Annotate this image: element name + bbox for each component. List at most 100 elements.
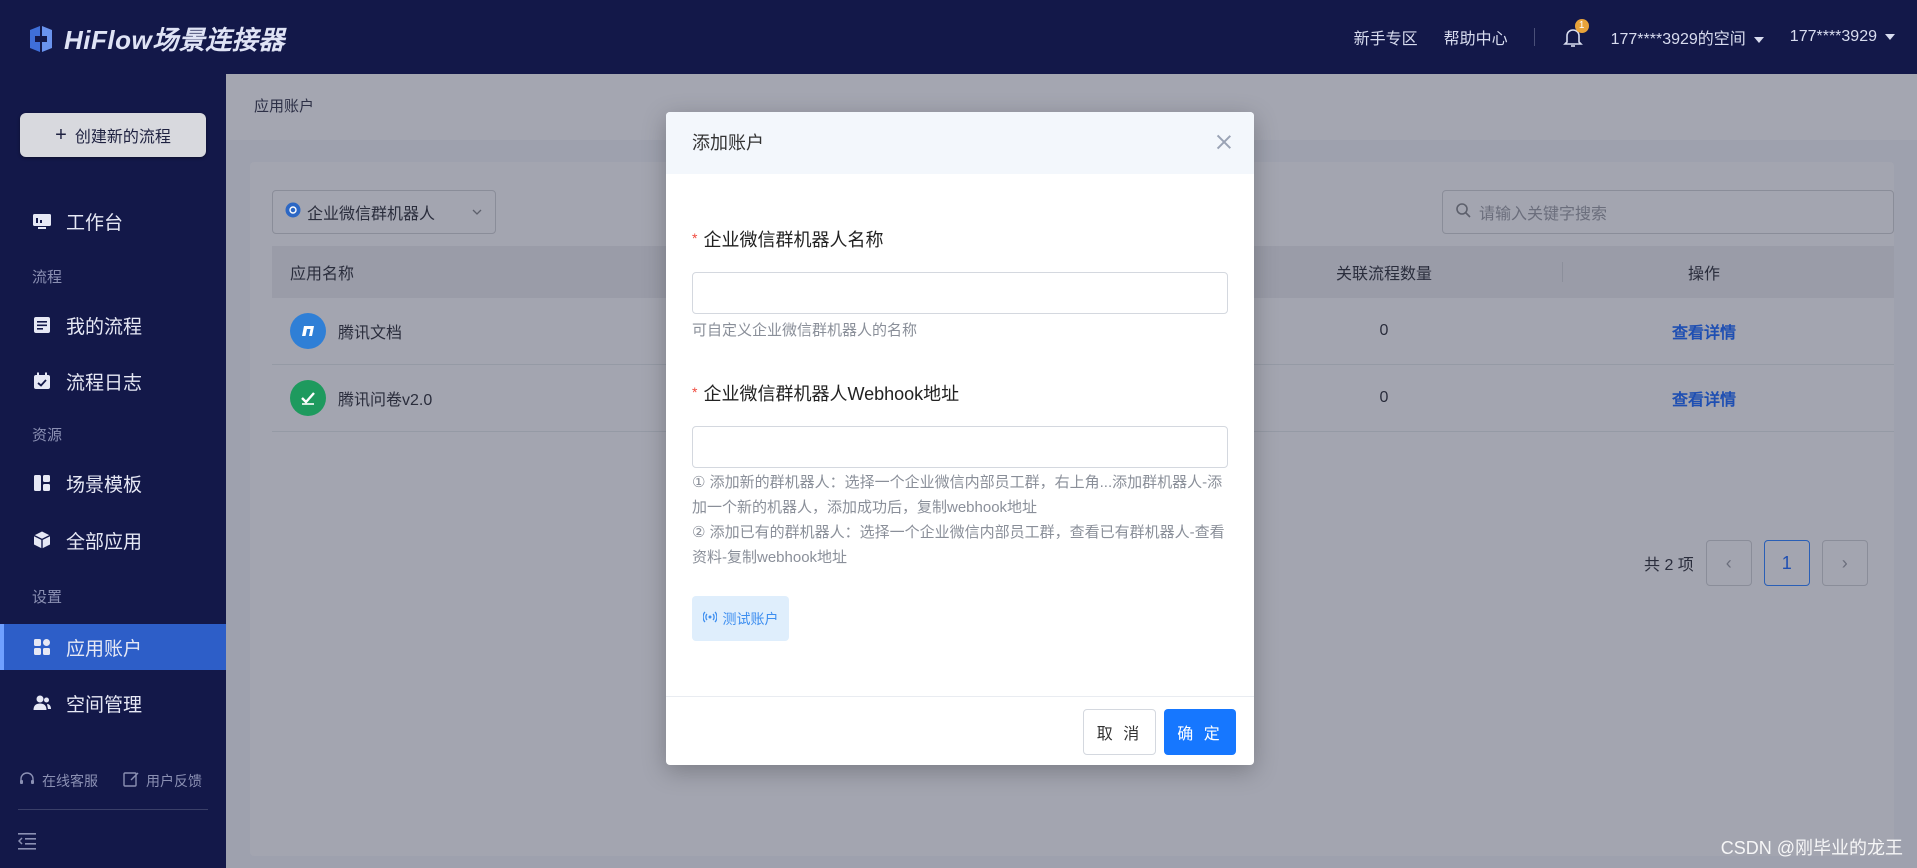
view-details-link[interactable]: 查看详情 xyxy=(1672,325,1736,342)
row-app-cell: 腾讯问卷v2.0 xyxy=(290,380,432,416)
workspace-name: 177****3929的空间 xyxy=(1610,31,1746,48)
calendar-icon xyxy=(32,371,52,391)
column-header-name: 应用名称 xyxy=(290,266,355,283)
sidebar-item-label: 流程日志 xyxy=(66,372,143,394)
required-marker: * xyxy=(692,384,698,400)
watermark: CSDN @刚毕业的龙王 xyxy=(1720,838,1903,858)
next-page-button[interactable]: › xyxy=(1821,540,1868,586)
divider xyxy=(18,809,208,810)
cube-icon xyxy=(32,530,52,550)
dialog-header: 添加账户 xyxy=(666,112,1254,174)
divider xyxy=(1533,28,1535,46)
sidebar-item-label: 全部应用 xyxy=(66,531,143,553)
app-filter-select[interactable]: 企业微信群机器人 xyxy=(272,190,496,234)
sidebar-item-label: 空间管理 xyxy=(66,694,143,716)
sidebar-item-label: 应用账户 xyxy=(66,638,143,660)
template-icon xyxy=(32,473,52,493)
notification-bell-icon[interactable]: 1 xyxy=(1561,19,1589,49)
robot-name-label-text: 企业微信群机器人名称 xyxy=(703,230,884,250)
app-filter-value: 企业微信群机器人 xyxy=(307,206,436,223)
sidebar-item-space-management[interactable]: 空间管理 xyxy=(0,680,226,726)
top-bar: HiFlow场景连接器 新手专区 帮助中心 1 177****3929的空间 1… xyxy=(0,0,1917,74)
close-icon[interactable] xyxy=(1216,134,1232,150)
dialog-title: 添加账户 xyxy=(692,133,764,153)
caret-down-icon xyxy=(1885,33,1895,40)
divider xyxy=(1562,262,1563,282)
dialog-footer: 取 消 确 定 xyxy=(666,696,1254,765)
flow-count: 0 xyxy=(1379,322,1389,339)
robot-app-icon xyxy=(285,202,301,223)
sidebar-item-templates[interactable]: 场景模板 xyxy=(0,460,226,506)
add-account-dialog: 添加账户 * 企业微信群机器人名称 可自定义企业微信群机器人的名称 * 企业微信群机… xyxy=(666,112,1254,765)
column-header-op: 操作 xyxy=(1687,266,1720,283)
tencent-docs-logo-icon xyxy=(290,313,326,349)
test-account-label: 测试账户 xyxy=(722,610,779,627)
sidebar-item-label: 场景模板 xyxy=(66,474,143,496)
webhook-help-step2: ② 添加已有的群机器人：选择一个企业微信内部员工群，查看已有群机器人-查看资料-… xyxy=(692,524,1225,566)
webhook-help: ① 添加新的群机器人：选择一个企业微信内部员工群，右上角...添加群机器人-添加… xyxy=(692,470,1232,570)
create-flow-label: 创建新的流程 xyxy=(74,129,171,146)
apps-grid-icon xyxy=(32,637,52,657)
headset-icon xyxy=(18,770,36,791)
section-label-resource: 资源 xyxy=(32,427,63,444)
plus-icon: + xyxy=(55,124,67,146)
sidebar-item-label: 我的流程 xyxy=(66,316,143,338)
online-support-label: 在线客服 xyxy=(42,772,98,789)
sidebar-item-app-accounts[interactable]: 应用账户 xyxy=(0,624,226,670)
sidebar-item-label: 工作台 xyxy=(66,212,124,234)
create-flow-button[interactable]: + 创建新的流程 xyxy=(20,113,206,157)
chevron-down-icon xyxy=(471,205,483,223)
confirm-button[interactable]: 确 定 xyxy=(1164,709,1236,755)
user-name: 177****3929 xyxy=(1789,28,1877,45)
signal-icon xyxy=(701,610,718,627)
collapse-menu-icon[interactable] xyxy=(17,832,38,850)
user-feedback-label: 用户反馈 xyxy=(146,772,202,789)
user-feedback-link[interactable]: 用户反馈 xyxy=(122,770,202,791)
robot-name-help: 可自定义企业微信群机器人的名称 xyxy=(692,322,918,339)
app-name: 腾讯文档 xyxy=(338,325,403,342)
search-input[interactable]: 请输入关键字搜索 xyxy=(1442,190,1894,234)
webhook-input[interactable] xyxy=(692,426,1228,468)
robot-name-input[interactable] xyxy=(692,272,1228,314)
sidebar: + 创建新的流程 工作台 流程 我的流程 流程日志 资源 场景模板 全部应用 设… xyxy=(0,74,226,868)
sidebar-item-workbench[interactable]: 工作台 xyxy=(0,198,226,244)
test-account-button[interactable]: 测试账户 xyxy=(692,596,789,641)
newbie-link[interactable]: 新手专区 xyxy=(1354,25,1418,49)
online-support-link[interactable]: 在线客服 xyxy=(18,770,98,791)
sidebar-item-all-apps[interactable]: 全部应用 xyxy=(0,517,226,563)
tencent-survey-logo-icon xyxy=(290,380,326,416)
workspace-dropdown[interactable]: 177****3929的空间 xyxy=(1611,25,1764,49)
column-header-count: 关联流程数量 xyxy=(1335,266,1432,283)
search-icon xyxy=(1455,202,1471,223)
prev-page-button[interactable]: ‹ xyxy=(1705,540,1752,586)
logo-text: HiFlow场景连接器 xyxy=(64,25,285,55)
cancel-button[interactable]: 取 消 xyxy=(1083,709,1156,755)
sidebar-item-flow-log[interactable]: 流程日志 xyxy=(0,358,226,404)
view-details-link[interactable]: 查看详情 xyxy=(1672,392,1736,409)
user-dropdown[interactable]: 177****3929 xyxy=(1790,28,1895,46)
page-number-button[interactable]: 1 xyxy=(1763,540,1810,586)
app-name: 腾讯问卷v2.0 xyxy=(338,392,433,409)
flow-count: 0 xyxy=(1379,389,1389,406)
robot-name-label: * 企业微信群机器人名称 xyxy=(692,226,883,252)
hiflow-logo-icon xyxy=(26,24,56,54)
row-app-cell: 腾讯文档 xyxy=(290,313,402,349)
webhook-label: * 企业微信群机器人Webhook地址 xyxy=(692,380,959,406)
sidebar-item-my-flows[interactable]: 我的流程 xyxy=(0,302,226,348)
webhook-help-step1: ① 添加新的群机器人：选择一个企业微信内部员工群，右上角...添加群机器人-添加… xyxy=(692,474,1223,516)
edit-icon xyxy=(122,770,140,791)
monitor-icon xyxy=(32,211,52,231)
users-icon xyxy=(32,693,52,713)
section-label-flow: 流程 xyxy=(32,269,63,286)
search-placeholder: 请输入关键字搜索 xyxy=(1479,206,1608,223)
help-center-link[interactable]: 帮助中心 xyxy=(1444,25,1508,49)
caret-down-icon xyxy=(1753,36,1764,43)
required-marker: * xyxy=(692,230,698,246)
app-logo[interactable]: HiFlow场景连接器 xyxy=(26,20,285,57)
notification-badge: 1 xyxy=(1574,19,1589,33)
document-icon xyxy=(32,315,52,335)
section-label-settings: 设置 xyxy=(32,589,63,606)
pagination: 共 2 项 ‹ 1 › xyxy=(1644,540,1868,586)
pagination-total: 共 2 项 xyxy=(1644,557,1694,574)
webhook-label-text: 企业微信群机器人Webhook地址 xyxy=(703,384,960,404)
